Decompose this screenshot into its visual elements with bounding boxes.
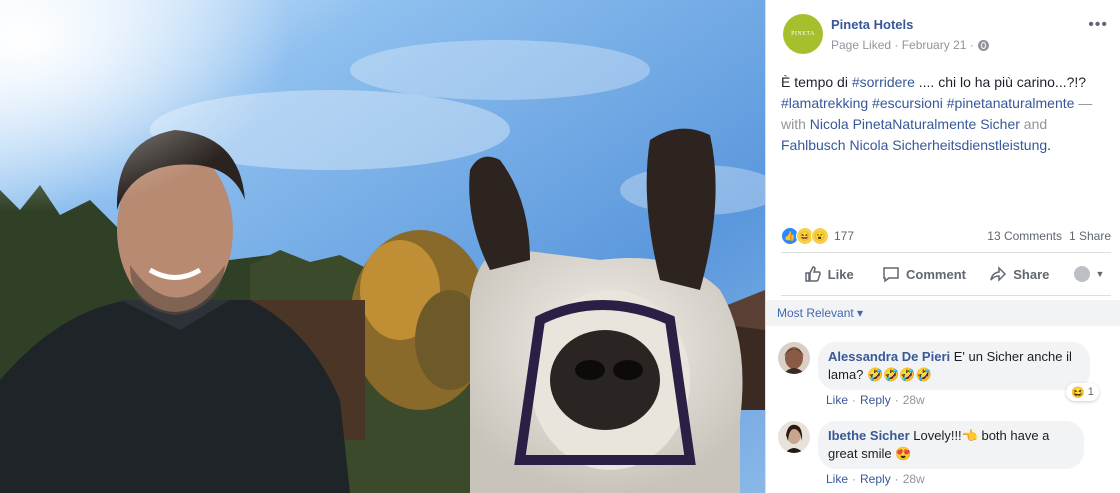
- comment-reply-link[interactable]: Reply: [860, 472, 891, 486]
- like-button[interactable]: Like: [781, 265, 876, 283]
- sort-dropdown[interactable]: Most Relevant ▾: [777, 306, 863, 320]
- comment-icon: [883, 267, 899, 283]
- post-meta-text[interactable]: Page Liked · February 21 ·: [831, 38, 974, 52]
- commenter-avatar-image: [778, 342, 810, 374]
- separator: ·: [894, 472, 899, 486]
- share-icon: [990, 266, 1007, 282]
- comment-like-link[interactable]: Like: [826, 472, 848, 486]
- post-text-and: and: [1019, 116, 1048, 132]
- post-sidebar: PINETA Pineta Hotels Page Liked · Februa…: [765, 0, 1120, 493]
- post-text-mid: .... chi lo ha più carino...?!?: [914, 74, 1087, 90]
- comment-sort: Most Relevant ▾: [766, 300, 1120, 326]
- more-options-icon[interactable]: •••: [1088, 16, 1108, 34]
- user-avatar-small: [1073, 266, 1090, 282]
- comments-count[interactable]: 13 Comments: [987, 229, 1062, 243]
- avatar-dropdown-icon[interactable]: ▼: [1067, 266, 1111, 282]
- comment-bubble: Ibethe Sicher Lovely!!!👈 both have a gre…: [818, 421, 1084, 469]
- share-button[interactable]: Share: [972, 265, 1067, 283]
- post-photo[interactable]: [0, 0, 765, 493]
- avatar[interactable]: [778, 342, 810, 374]
- hashtag-link[interactable]: #pinetanaturalmente: [947, 95, 1075, 111]
- comment-reply-link[interactable]: Reply: [860, 393, 891, 407]
- comment-bubble: Alessandra De Pieri E' un Sicher anche i…: [818, 342, 1090, 390]
- comment-reaction-count: 1: [1087, 386, 1094, 398]
- post-actions: Like Comment Share ▼: [781, 252, 1111, 296]
- logo-text: PINETA: [791, 31, 815, 37]
- chevron-down-icon: ▼: [1095, 269, 1105, 279]
- hashtag-link[interactable]: #sorridere: [852, 74, 915, 90]
- hashtag-link[interactable]: #escursioni: [872, 95, 943, 111]
- separator: ·: [852, 393, 857, 407]
- post-header: PINETA Pineta Hotels Page Liked · Februa…: [783, 14, 1108, 54]
- comment-actions: Like · Reply · 28w: [826, 472, 925, 486]
- comment: Ibethe Sicher Lovely!!!👈 both have a gre…: [778, 421, 1108, 491]
- post-text-end: .: [1047, 137, 1052, 153]
- reaction-count[interactable]: 177: [834, 229, 854, 243]
- comment-actions: Like · Reply · 28w: [826, 393, 925, 407]
- separator: ·: [852, 472, 857, 486]
- comment-button[interactable]: Comment: [876, 265, 971, 283]
- comment-timestamp[interactable]: 28w: [903, 472, 925, 486]
- separator: ·: [894, 393, 899, 407]
- comment-like-link[interactable]: Like: [826, 393, 848, 407]
- comment-label: Comment: [906, 266, 966, 282]
- post-meta: Page Liked · February 21 ·: [831, 38, 989, 52]
- commenter-avatar-image: [778, 421, 810, 453]
- comment: Alessandra De Pieri E' un Sicher anche i…: [778, 342, 1108, 412]
- globe-icon: [977, 39, 989, 51]
- hashtag-link[interactable]: #lamatrekking: [781, 95, 868, 111]
- page-avatar[interactable]: PINETA: [783, 14, 823, 54]
- comment-reaction-badge[interactable]: 😆 1: [1066, 383, 1099, 401]
- like-icon: [804, 266, 821, 282]
- share-label: Share: [1013, 266, 1050, 282]
- page-name[interactable]: Pineta Hotels: [831, 17, 913, 32]
- shares-count[interactable]: 1 Share: [1069, 229, 1111, 243]
- tagged-person-link[interactable]: Nicola PinetaNaturalmente Sicher: [810, 116, 1020, 132]
- post-text-start: È tempo di: [781, 74, 852, 90]
- wow-reaction-icon[interactable]: 😮: [811, 227, 829, 245]
- avatar[interactable]: [778, 421, 810, 453]
- comment-timestamp[interactable]: 28w: [903, 393, 925, 407]
- like-label: Like: [827, 266, 854, 282]
- post-text: È tempo di #sorridere .... chi lo ha più…: [781, 72, 1111, 156]
- haha-reaction-icon: 😆: [1071, 386, 1085, 399]
- commenter-name[interactable]: Alessandra De Pieri: [828, 349, 950, 364]
- llama-selfie-image: [0, 0, 765, 493]
- commenter-name[interactable]: Ibethe Sicher: [828, 428, 910, 443]
- reactions-bar: 👍 😆 😮 177 13 Comments 1 Share: [781, 226, 1111, 246]
- tagged-person-link[interactable]: Fahlbusch Nicola Sicherheitsdienstleistu…: [781, 137, 1047, 153]
